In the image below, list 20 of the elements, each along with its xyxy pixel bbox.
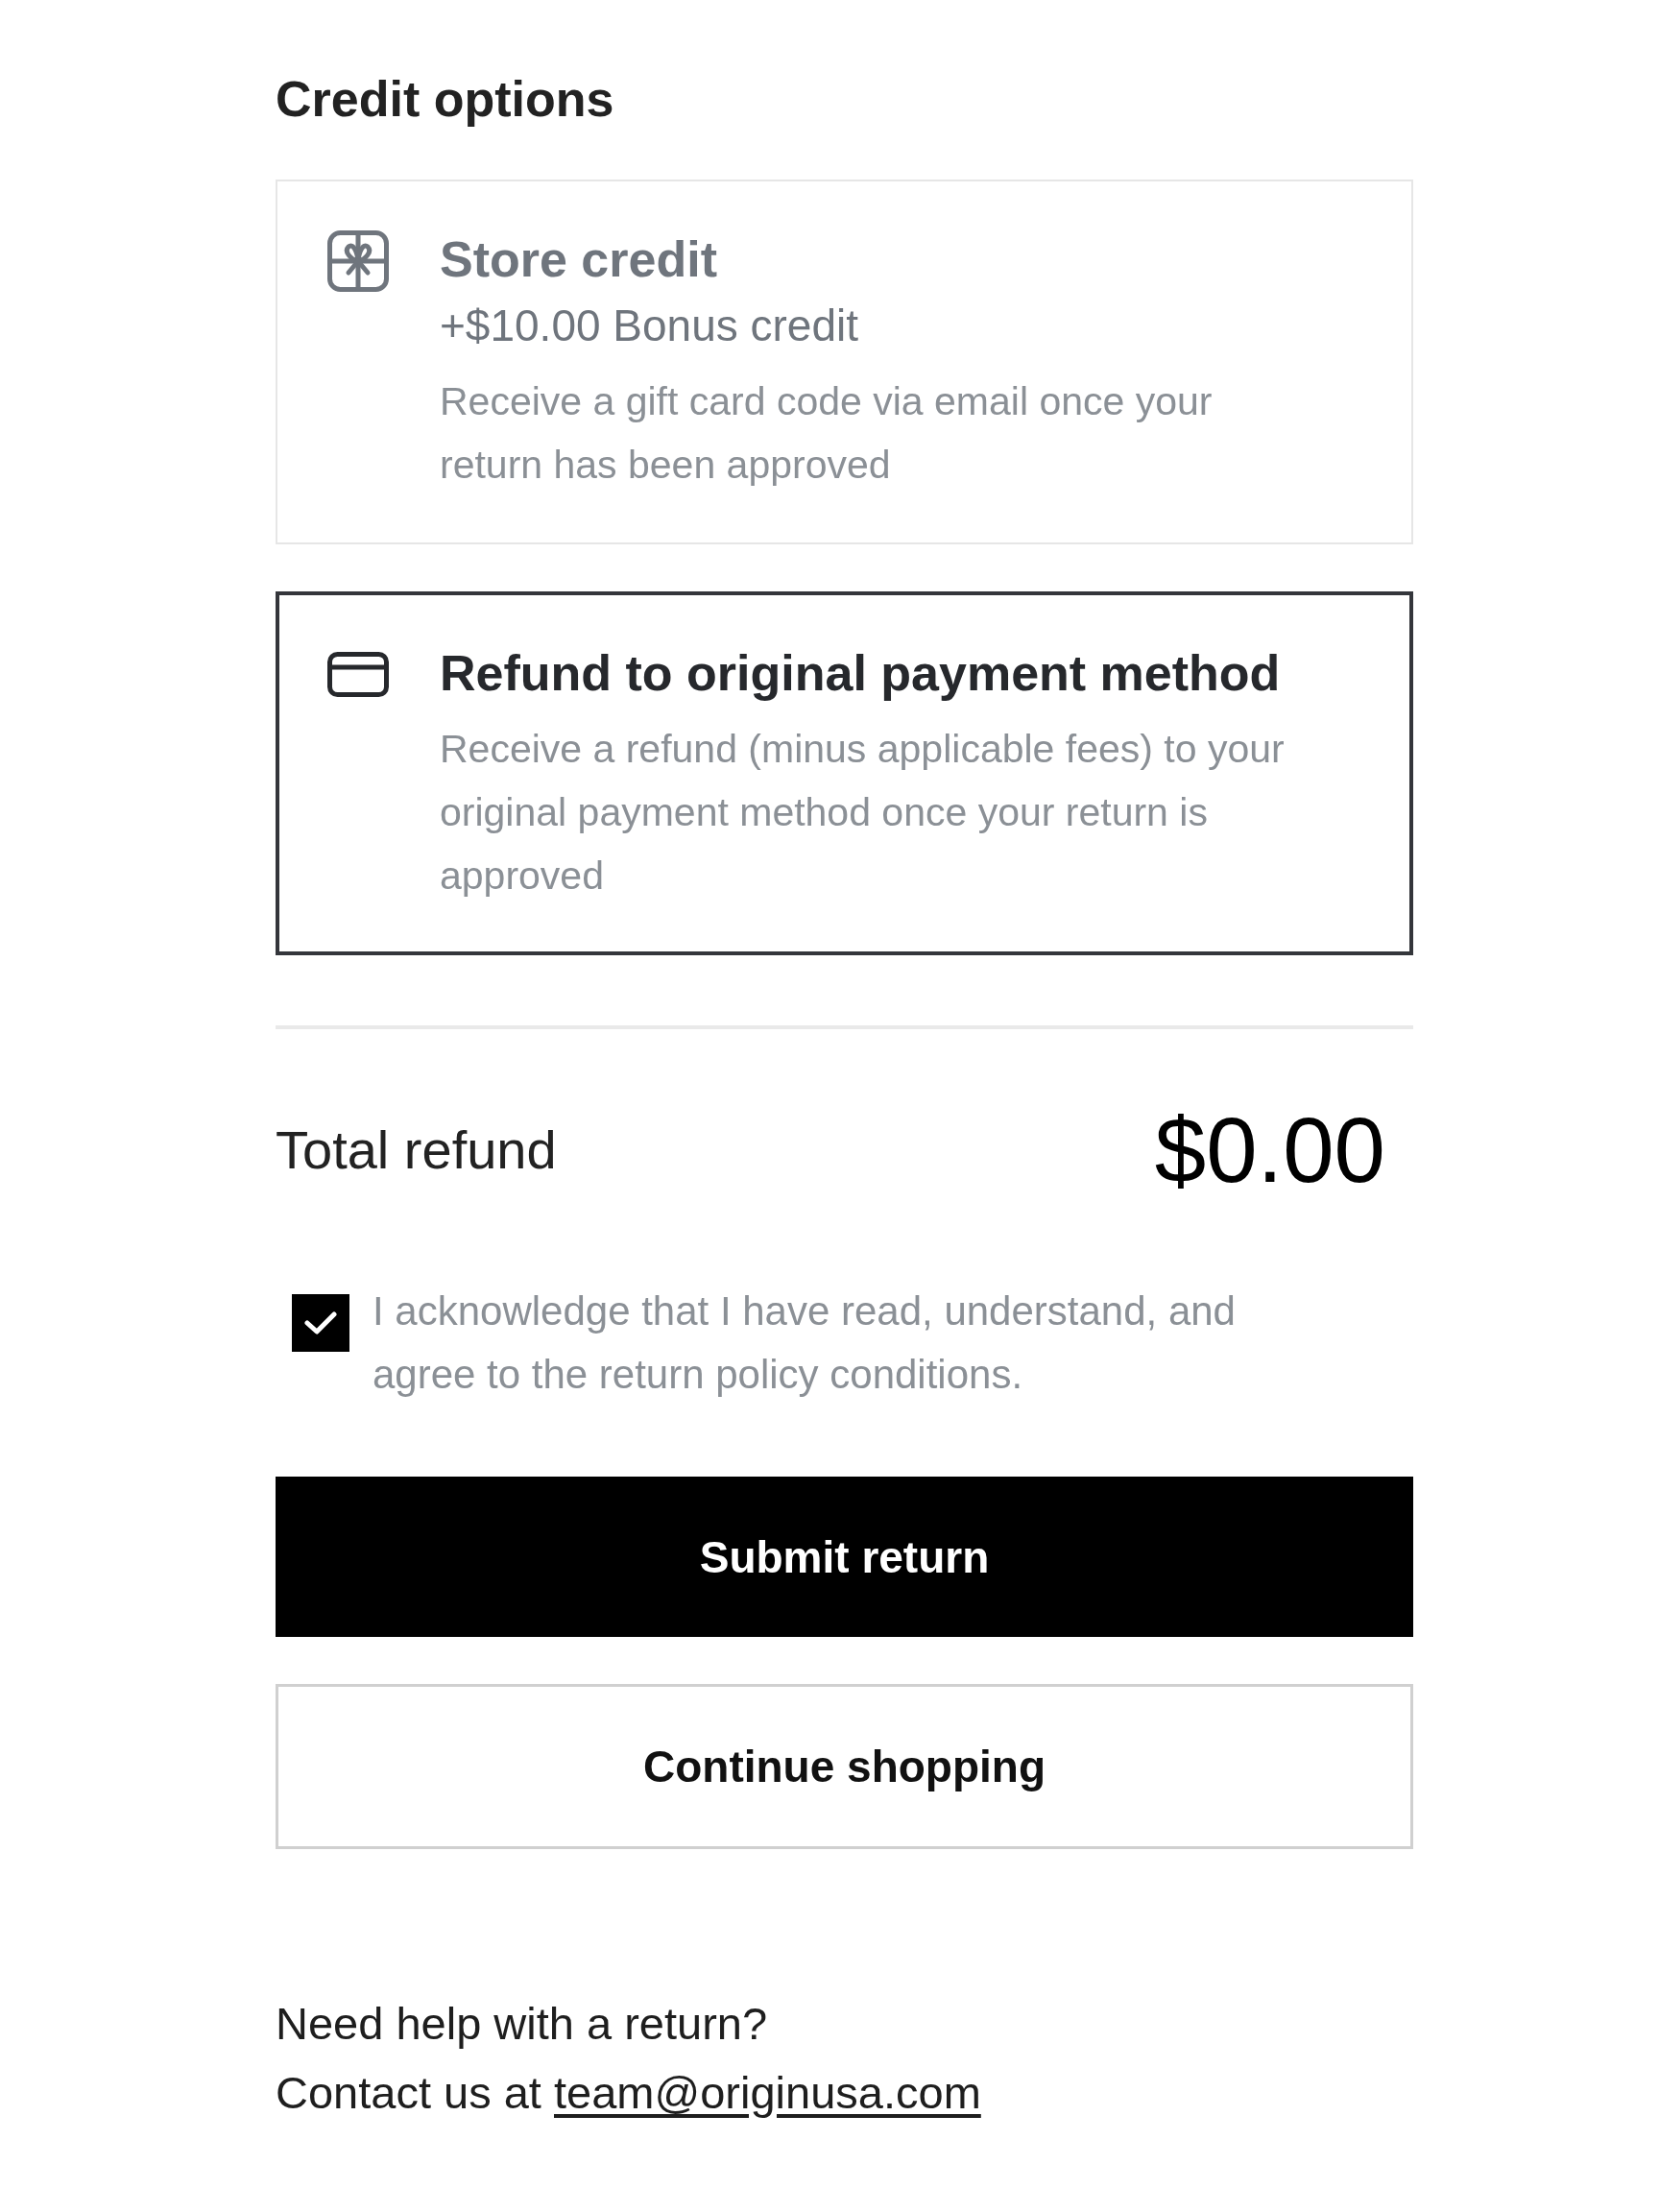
acknowledgement-text: I acknowledge that I have read, understand, and agree to the return policy conditions. bbox=[373, 1287, 1237, 1399]
total-label: Total refund bbox=[276, 1118, 557, 1182]
section-heading: Credit options bbox=[276, 70, 614, 128]
secondary-button[interactable]: Continue shopping bbox=[276, 1684, 1413, 1849]
option-description: Receive a refund (minus applicable fees) to your original payment method once your return is approved bbox=[440, 726, 1286, 900]
option-card[interactable]: Store credit +$10.00 Bonus credit Receive a gift card code via email once your return has been approved bbox=[276, 180, 1413, 544]
checkbox[interactable] bbox=[292, 1294, 349, 1352]
option-title: Refund to original payment method bbox=[440, 644, 1281, 702]
help-question: Need help with a return? bbox=[276, 1997, 768, 2051]
credit-card-icon bbox=[327, 652, 389, 697]
checkmark-icon bbox=[304, 1310, 337, 1335]
option-title: Store credit bbox=[440, 230, 717, 288]
option-description: Receive a gift card code via email once your return has been approved bbox=[440, 378, 1214, 489]
contact-text: Contact us at team@originusa.com bbox=[276, 2066, 981, 2120]
email-link[interactable]: team@originusa.com bbox=[554, 2067, 981, 2118]
submit-button[interactable]: Submit return bbox=[276, 1477, 1413, 1637]
total-amount: $0.00 bbox=[1154, 1097, 1385, 1203]
option-card[interactable]: Refund to original payment method Receive a refund (minus applicable fees) to your original payment method once your return is approved bbox=[276, 591, 1413, 955]
bonus-credit-text: +$10.00 Bonus credit bbox=[440, 300, 859, 352]
gift-icon bbox=[327, 230, 389, 292]
